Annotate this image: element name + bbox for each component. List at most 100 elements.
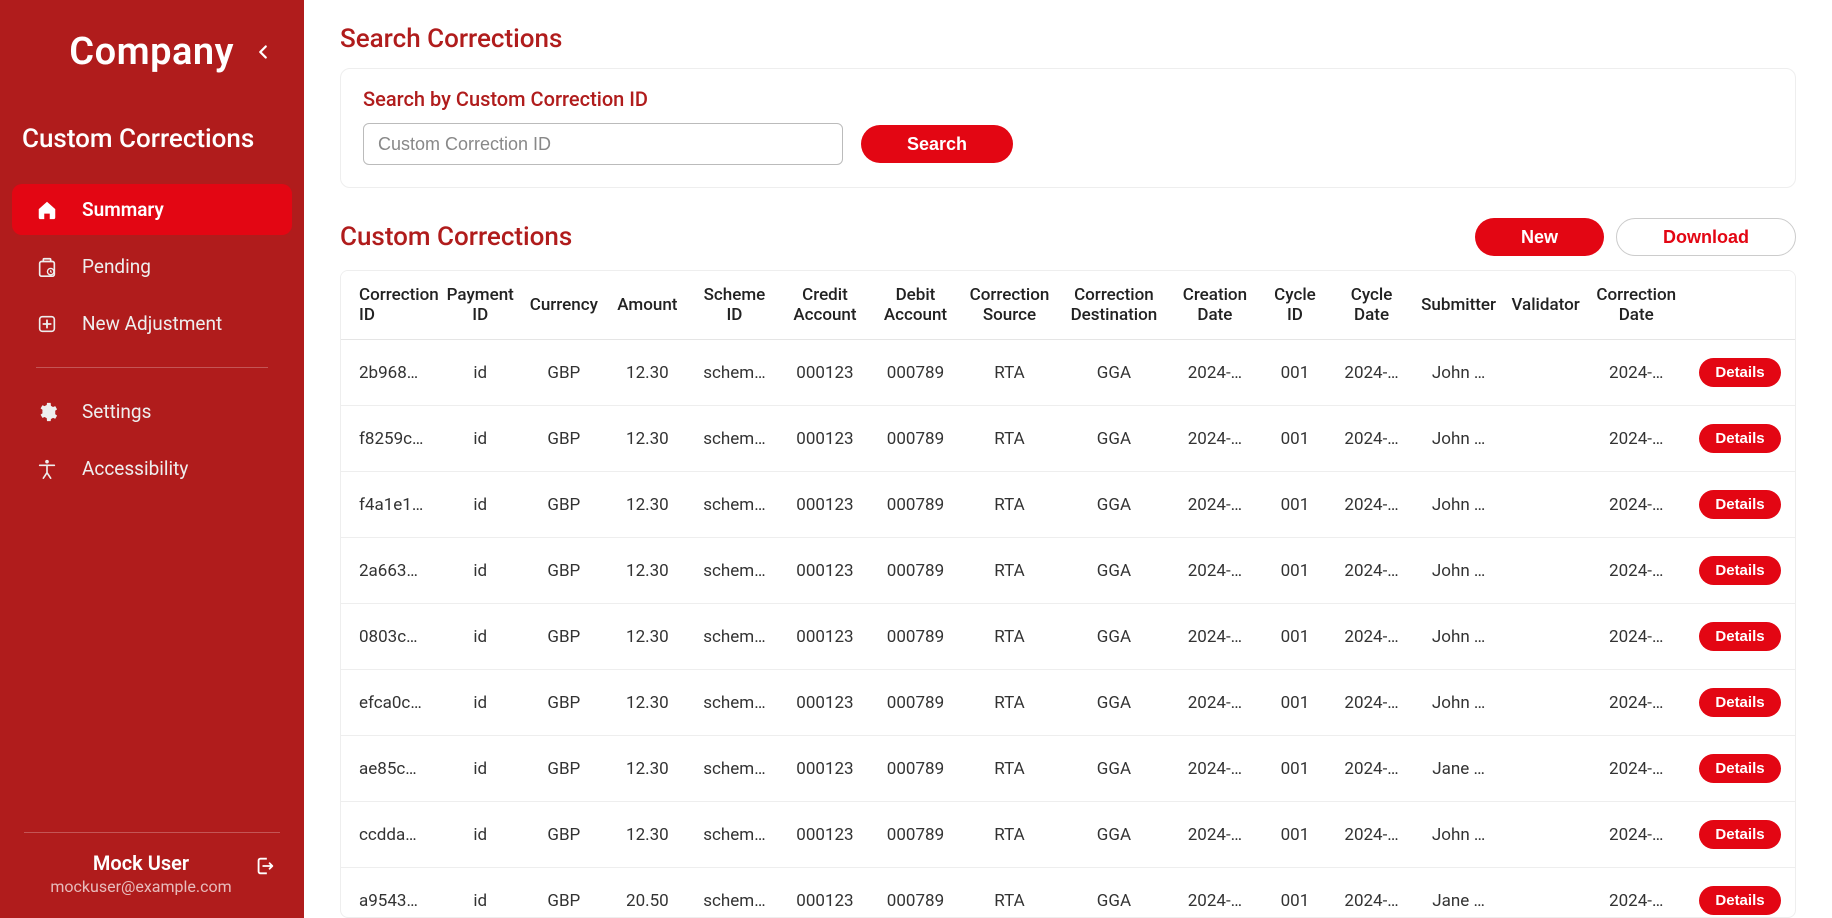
cell-payment_id: id bbox=[438, 802, 522, 868]
cell-creation: 2024-… bbox=[1170, 868, 1261, 918]
cell-scheme_id: schem… bbox=[689, 670, 780, 736]
cell-cycle_date: 2024-… bbox=[1330, 670, 1414, 736]
collapse-sidebar-icon[interactable] bbox=[252, 41, 274, 63]
cell-src: RTA bbox=[961, 472, 1058, 538]
new-button[interactable]: New bbox=[1475, 218, 1604, 256]
user-block: Mock User mockuser@example.com bbox=[28, 851, 254, 896]
cell-dst: GGA bbox=[1058, 868, 1169, 918]
cell-dst: GGA bbox=[1058, 802, 1169, 868]
cell-payment_id: id bbox=[438, 736, 522, 802]
cell-corr_date: 2024-… bbox=[1587, 670, 1685, 736]
cell-dst: GGA bbox=[1058, 538, 1169, 604]
search-button[interactable]: Search bbox=[861, 125, 1013, 163]
column-header: Payment ID bbox=[438, 271, 522, 340]
cell-credit: 000123 bbox=[780, 802, 871, 868]
cell-submitter: John … bbox=[1413, 340, 1504, 406]
cell-cycle_id: 001 bbox=[1260, 472, 1330, 538]
corrections-table: Correction IDPayment IDCurrencyAmountSch… bbox=[341, 271, 1795, 918]
cell-currency: GBP bbox=[522, 736, 606, 802]
cell-corr_date: 2024-… bbox=[1587, 604, 1685, 670]
search-input[interactable] bbox=[363, 123, 843, 165]
cell-debit: 000789 bbox=[870, 868, 961, 918]
nav-new-adjustment[interactable]: New Adjustment bbox=[12, 298, 292, 349]
cell-corr_date: 2024-… bbox=[1587, 406, 1685, 472]
cell-currency: GBP bbox=[522, 802, 606, 868]
column-header: Scheme ID bbox=[689, 271, 780, 340]
cell-creation: 2024-… bbox=[1170, 604, 1261, 670]
column-header: Amount bbox=[606, 271, 690, 340]
cell-cycle_date: 2024-… bbox=[1330, 868, 1414, 918]
cell-currency: GBP bbox=[522, 406, 606, 472]
cell-src: RTA bbox=[961, 538, 1058, 604]
table-head: Correction IDPayment IDCurrencyAmountSch… bbox=[341, 271, 1795, 340]
user-name: Mock User bbox=[93, 851, 189, 875]
cell-credit: 000123 bbox=[780, 736, 871, 802]
cell-creation: 2024-… bbox=[1170, 538, 1261, 604]
cell-cycle_date: 2024-… bbox=[1330, 340, 1414, 406]
cell-payment_id: id bbox=[438, 670, 522, 736]
gear-icon bbox=[36, 401, 58, 423]
cell-creation: 2024-… bbox=[1170, 670, 1261, 736]
details-button[interactable]: Details bbox=[1699, 556, 1780, 585]
cell-submitter: Jane … bbox=[1413, 736, 1504, 802]
cell-cycle_date: 2024-… bbox=[1330, 802, 1414, 868]
cell-corr_date: 2024-… bbox=[1587, 868, 1685, 918]
column-header: Correction Destination bbox=[1058, 271, 1169, 340]
cell-cycle_date: 2024-… bbox=[1330, 736, 1414, 802]
details-button[interactable]: Details bbox=[1699, 622, 1780, 651]
cell-debit: 000789 bbox=[870, 538, 961, 604]
home-icon bbox=[36, 199, 58, 221]
cell-cycle_id: 001 bbox=[1260, 406, 1330, 472]
cell-correction_id: 2a663… bbox=[341, 538, 438, 604]
cell-currency: GBP bbox=[522, 604, 606, 670]
cell-amount: 12.30 bbox=[606, 340, 690, 406]
cell-dst: GGA bbox=[1058, 472, 1169, 538]
plus-box-icon bbox=[36, 313, 58, 335]
cell-debit: 000789 bbox=[870, 736, 961, 802]
details-button[interactable]: Details bbox=[1699, 490, 1780, 519]
table-row: 2a663…idGBP12.30schem…000123000789RTAGGA… bbox=[341, 538, 1795, 604]
cell-src: RTA bbox=[961, 340, 1058, 406]
cell-credit: 000123 bbox=[780, 406, 871, 472]
cell-validator bbox=[1504, 736, 1588, 802]
cell-dst: GGA bbox=[1058, 406, 1169, 472]
nav-label: Settings bbox=[82, 400, 151, 423]
column-header: Correction ID bbox=[341, 271, 438, 340]
cell-validator bbox=[1504, 604, 1588, 670]
cell-creation: 2024-… bbox=[1170, 406, 1261, 472]
nav-accessibility[interactable]: Accessibility bbox=[12, 443, 292, 494]
details-button[interactable]: Details bbox=[1699, 886, 1780, 915]
cell-correction_id: f4a1e1… bbox=[341, 472, 438, 538]
details-button[interactable]: Details bbox=[1699, 688, 1780, 717]
cell-cycle_id: 001 bbox=[1260, 670, 1330, 736]
table-row: f4a1e1…idGBP12.30schem…000123000789RTAGG… bbox=[341, 472, 1795, 538]
cell-dst: GGA bbox=[1058, 604, 1169, 670]
nav-label: Pending bbox=[82, 255, 151, 278]
cell-submitter: John … bbox=[1413, 802, 1504, 868]
cell-validator bbox=[1504, 670, 1588, 736]
cell-src: RTA bbox=[961, 736, 1058, 802]
nav-label: Summary bbox=[82, 198, 164, 221]
table-row: 0803c…idGBP12.30schem…000123000789RTAGGA… bbox=[341, 604, 1795, 670]
nav-pending[interactable]: Pending bbox=[12, 241, 292, 292]
details-button[interactable]: Details bbox=[1699, 820, 1780, 849]
details-button[interactable]: Details bbox=[1699, 424, 1780, 453]
logout-icon[interactable] bbox=[254, 855, 276, 877]
table-row: a9543…idGBP20.50schem…000123000789RTAGGA… bbox=[341, 868, 1795, 918]
cell-cycle_id: 001 bbox=[1260, 736, 1330, 802]
nav-settings[interactable]: Settings bbox=[12, 386, 292, 437]
clipboard-clock-icon bbox=[36, 256, 58, 278]
cell-corr_date: 2024-… bbox=[1587, 538, 1685, 604]
nav-summary[interactable]: Summary bbox=[12, 184, 292, 235]
cell-corr_date: 2024-… bbox=[1587, 802, 1685, 868]
cell-cycle_id: 001 bbox=[1260, 868, 1330, 918]
cell-correction_id: 0803c… bbox=[341, 604, 438, 670]
details-button[interactable]: Details bbox=[1699, 754, 1780, 783]
cell-debit: 000789 bbox=[870, 340, 961, 406]
details-button[interactable]: Details bbox=[1699, 358, 1780, 387]
cell-src: RTA bbox=[961, 406, 1058, 472]
search-card: Search by Custom Correction ID Search bbox=[340, 68, 1796, 188]
cell-debit: 000789 bbox=[870, 406, 961, 472]
column-header: Currency bbox=[522, 271, 606, 340]
download-button[interactable]: Download bbox=[1616, 218, 1796, 256]
